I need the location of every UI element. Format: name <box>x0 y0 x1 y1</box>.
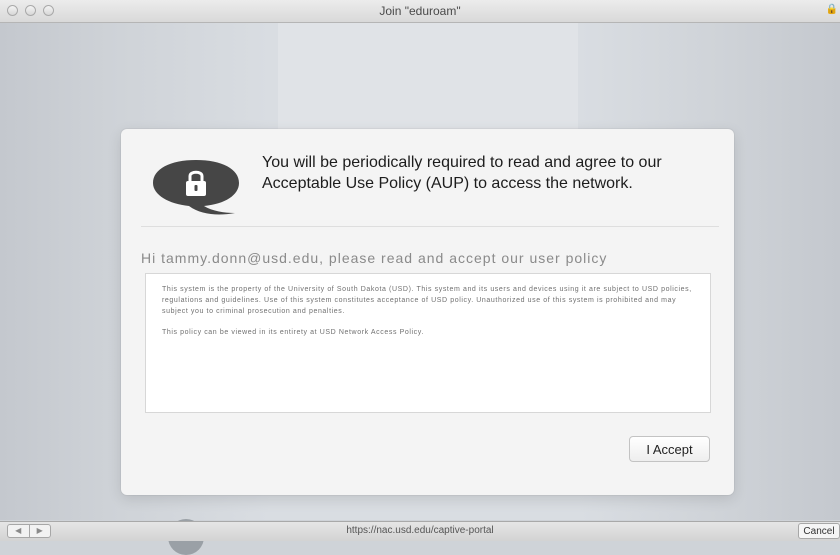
divider <box>141 226 719 227</box>
page-backdrop-band <box>278 23 578 133</box>
page-url: https://nac.usd.edu/captive-portal <box>346 525 494 536</box>
status-bar: ◀ ▶ https://nac.usd.edu/captive-portal C… <box>0 521 840 541</box>
accept-button[interactable]: I Accept <box>629 436 710 462</box>
window-title: Join "eduroam" <box>379 4 461 18</box>
policy-paragraph: This policy can be viewed in its entiret… <box>162 329 424 336</box>
aup-headline: You will be periodically required to rea… <box>262 154 662 192</box>
cancel-button[interactable]: Cancel <box>798 523 840 539</box>
title-bar: Join "eduroam" 🔒 <box>0 0 840 23</box>
secure-lock-icon: 🔒 <box>825 4 838 15</box>
aup-dialog: You will be periodically required to rea… <box>121 129 734 495</box>
greeting-text: Hi tammy.donn@usd.edu, please read and a… <box>141 250 608 266</box>
policy-text-box[interactable]: This system is the property of the Unive… <box>145 273 711 413</box>
policy-paragraph: This system is the property of the Unive… <box>162 286 692 315</box>
speech-bubble-lock-icon <box>149 157 243 222</box>
